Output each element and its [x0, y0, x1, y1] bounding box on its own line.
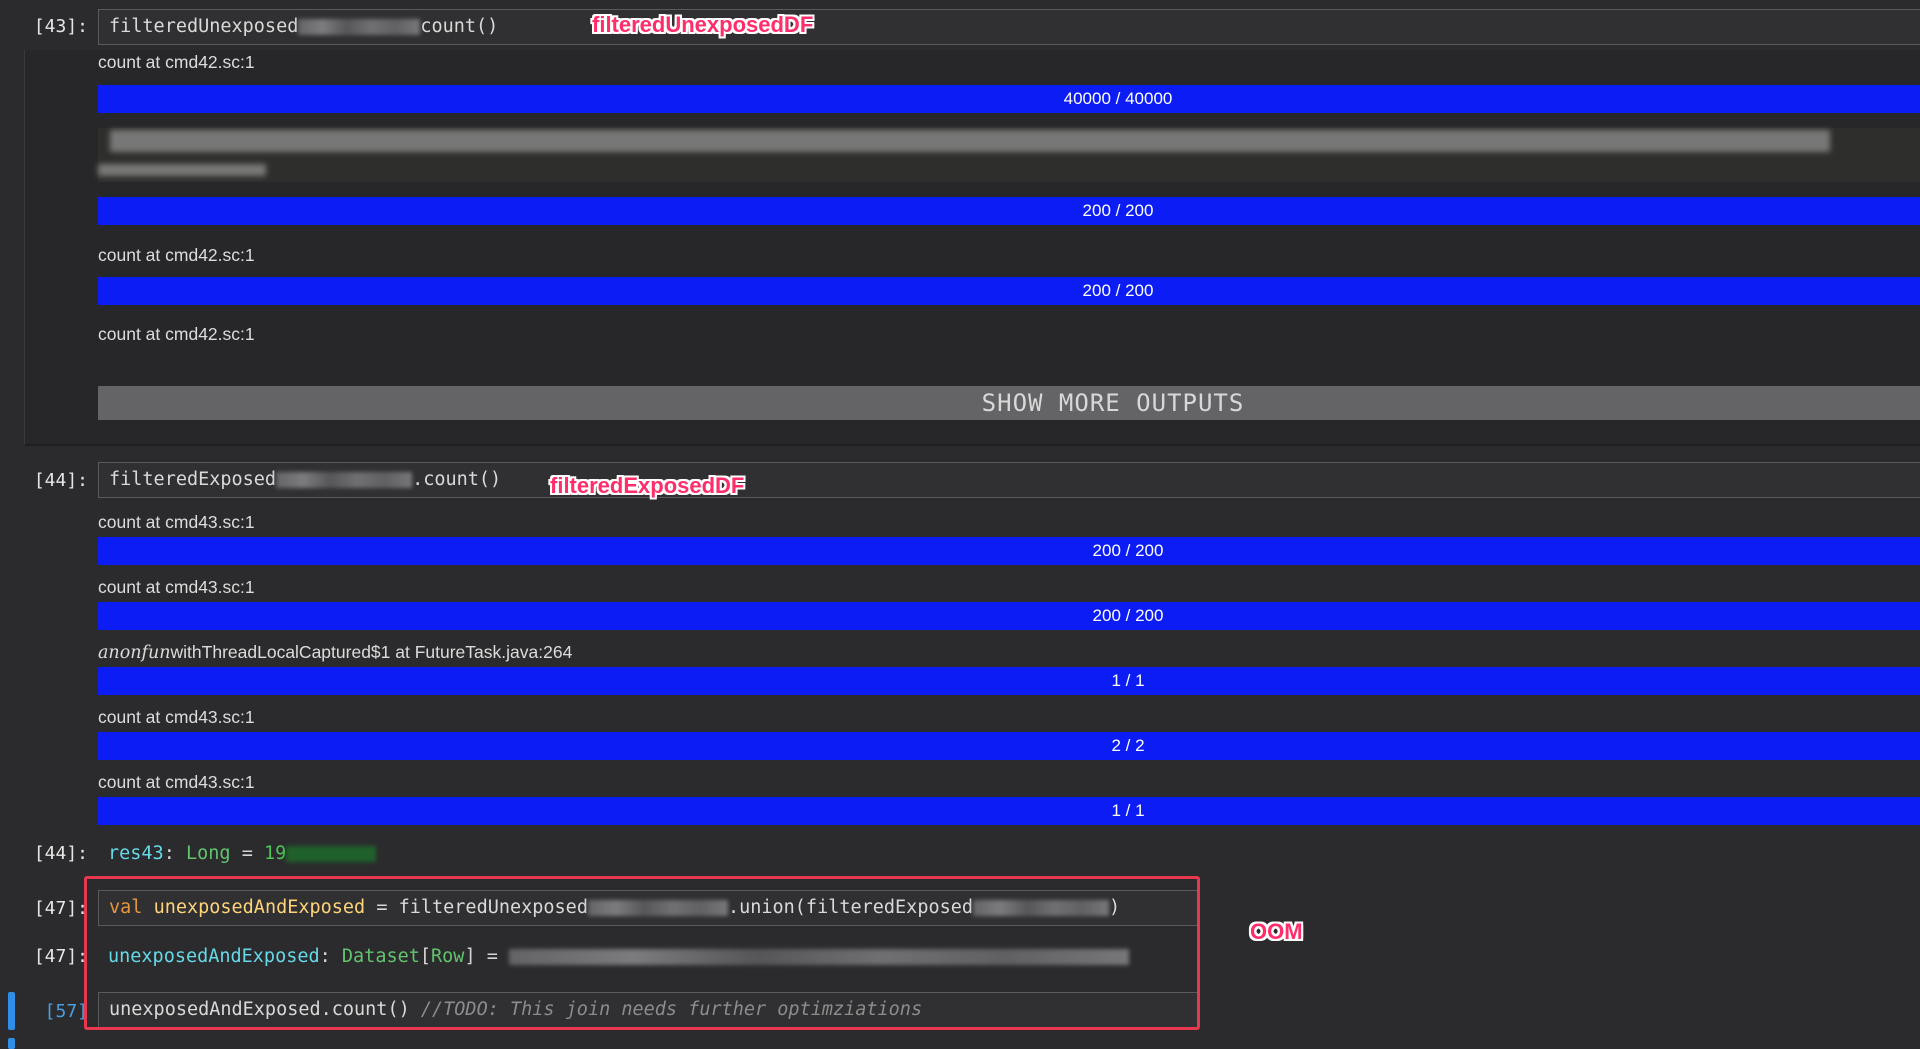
active-cell-marker: [8, 1038, 15, 1049]
job-label: count at cmd43.sc:1: [98, 577, 255, 597]
code-text: count(): [420, 16, 499, 37]
progress-text: 40000 / 40000: [1063, 89, 1173, 108]
progress-bar: 1 / 1: [98, 667, 1920, 695]
cell-prompt: [47]:: [33, 898, 88, 919]
code-cell-44[interactable]: filteredExposed .count(): [98, 462, 1920, 498]
redacted-text: [110, 130, 1830, 152]
redacted-text: [276, 472, 413, 488]
progress-bar: 200 / 200: [98, 602, 1920, 630]
progress-text: 1 / 1: [1111, 801, 1145, 820]
progress-text: 1 / 1: [1111, 671, 1145, 690]
code-text: .count(): [412, 469, 502, 490]
redacted-text: [98, 164, 266, 176]
show-more-outputs-button[interactable]: SHOW MORE OUTPUTS: [98, 386, 1920, 420]
code-text: filteredUnexposed: [109, 16, 299, 37]
annotation-label: filteredUnexposedDF: [592, 12, 814, 37]
job-label: count at cmd43.sc:1: [98, 772, 255, 792]
code-cell-43[interactable]: filteredUnexposed count(): [98, 9, 1920, 45]
job-label: count at cmd43.sc:1: [98, 707, 255, 727]
punctuation: =: [241, 843, 253, 864]
result-name: res43: [108, 843, 164, 864]
redacted-text: [298, 19, 421, 35]
job-label: count at cmd42.sc:1: [98, 52, 255, 72]
code-text: filteredExposed: [109, 469, 277, 490]
redacted-job-label: [98, 128, 1920, 182]
result-type: Long: [185, 843, 231, 864]
progress-text: 200 / 200: [1092, 606, 1164, 625]
job-label-text: withThreadLocalCaptured$1 at FutureTask.…: [170, 642, 573, 662]
math-text: anonfun: [98, 643, 171, 663]
result-line: res43: Long = 19: [108, 843, 377, 864]
job-label: count at cmd43.sc:1: [98, 512, 255, 532]
progress-bar: 40000 / 40000: [98, 85, 1920, 113]
progress-text: 200 / 200: [1082, 201, 1154, 220]
cell-prompt: [44]:: [33, 470, 88, 491]
job-label: anonfunwithThreadLocalCaptured$1 at Futu…: [98, 642, 572, 663]
job-label: count at cmd42.sc:1: [98, 245, 255, 265]
annotation-label: filteredExposedDF: [550, 473, 745, 498]
progress-text: 2 / 2: [1111, 736, 1145, 755]
progress-bar: 1 / 1: [98, 797, 1920, 825]
punctuation: :: [163, 843, 175, 864]
result-value: 19: [263, 843, 287, 864]
job-label: count at cmd42.sc:1: [98, 324, 255, 344]
progress-bar: 2 / 2: [98, 732, 1920, 760]
redacted-text: [286, 846, 377, 862]
progress-bar: 200 / 200: [98, 537, 1920, 565]
cell-prompt: [44]:: [33, 843, 88, 864]
cell-prompt: [57]: [44, 1001, 88, 1022]
progress-text: 200 / 200: [1082, 281, 1154, 300]
cell-prompt: [43]:: [33, 16, 88, 37]
progress-text: 200 / 200: [1092, 541, 1164, 560]
cell-prompt: [47]:: [33, 946, 88, 967]
oom-annotation: OOM: [1250, 919, 1303, 944]
oom-highlight-box: [84, 876, 1200, 1030]
progress-bar: 200 / 200: [98, 197, 1920, 225]
progress-bar: 200 / 200: [98, 277, 1920, 305]
